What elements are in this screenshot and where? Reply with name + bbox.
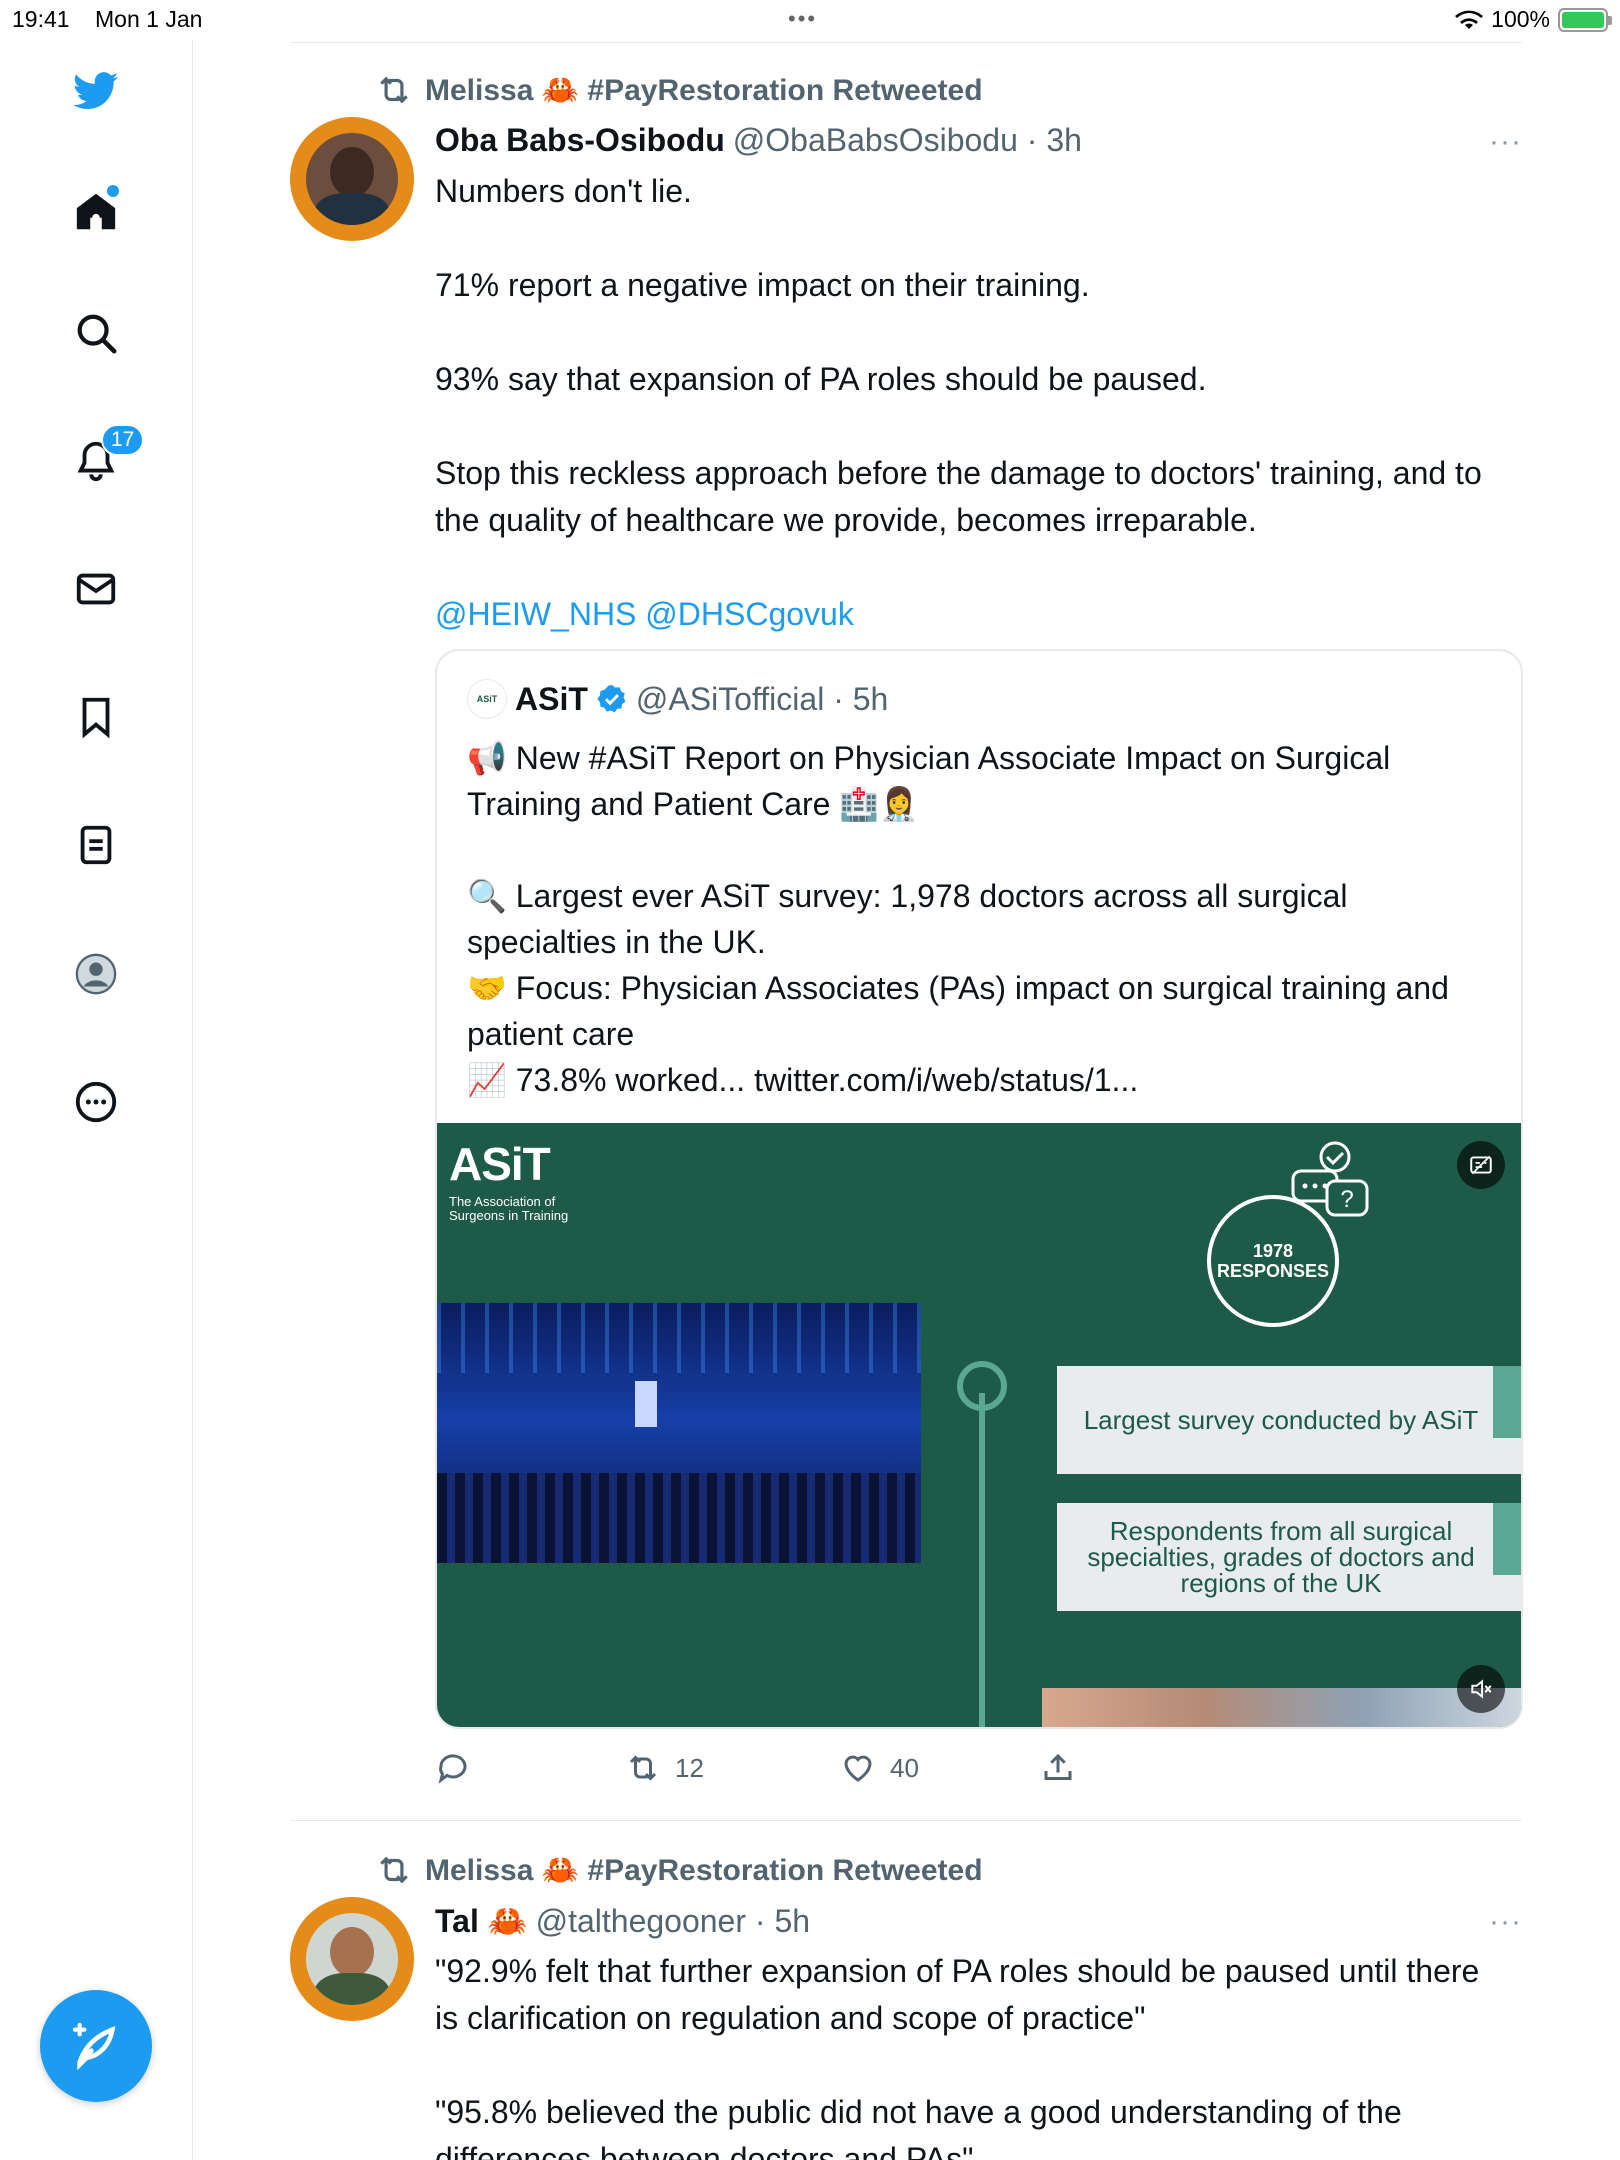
tweet-text: Numbers don't lie. 71% report a negative… xyxy=(435,168,1495,638)
notifications-badge: 17 xyxy=(101,424,145,456)
info-box-largest-survey: Largest survey conducted by ASiT xyxy=(1057,1366,1521,1474)
quoted-tweet[interactable]: ASiT ASiT @ASiTofficial · 5h 📢 New #ASiT… xyxy=(435,649,1523,1729)
status-right: 100% xyxy=(1455,6,1612,33)
info-box-text: Largest survey conducted by ASiT xyxy=(1083,1405,1479,1435)
reply-icon xyxy=(438,1754,467,1784)
author-name[interactable]: Oba Babs-Osibodu xyxy=(435,122,725,158)
feed-separator xyxy=(290,42,1522,43)
heart-icon xyxy=(844,1755,872,1782)
compose-feather-icon xyxy=(72,2022,116,2071)
quoted-tweet-text: 📢 New #ASiT Report on Physician Associat… xyxy=(467,740,1449,1098)
tweet-actions: 12 40 xyxy=(435,1750,1435,1800)
retweet-icon xyxy=(380,76,408,104)
retweet-button[interactable]: 12 xyxy=(625,1750,704,1786)
tweet-mentions[interactable]: @HEIW_NHS @DHSCgovuk xyxy=(435,596,854,632)
tweet-paragraph: "95.8% believed the public did not have … xyxy=(435,2094,1411,2160)
asit-logo-subtext-2: Surgeons in Training xyxy=(449,1208,569,1223)
timeline-node xyxy=(957,1361,1007,1411)
profile-avatar-icon[interactable] xyxy=(67,945,125,1003)
verified-badge-icon xyxy=(597,685,626,713)
lists-icon[interactable] xyxy=(67,816,125,874)
info-box-text: Respondents from all surgical specialtie… xyxy=(1087,1516,1475,1598)
tweet-paragraph: Numbers don't lie. xyxy=(435,173,692,209)
tweet-paragraph: 93% say that expansion of PA roles shoul… xyxy=(435,361,1207,397)
timeline-line xyxy=(979,1393,985,1727)
messages-envelope-icon[interactable] xyxy=(67,560,125,618)
tweet-more-button[interactable]: ··· xyxy=(1489,125,1522,159)
share-button[interactable] xyxy=(1040,1750,1076,1786)
responses-circle: 1978 RESPONSES xyxy=(1207,1195,1339,1327)
more-options-icon[interactable] xyxy=(67,1073,125,1131)
home-icon[interactable] xyxy=(67,183,125,241)
bookmarks-icon[interactable] xyxy=(67,688,125,746)
svg-text:?: ? xyxy=(1340,1186,1353,1213)
home-unread-dot xyxy=(107,185,119,197)
status-bar: 19:41 Mon 1 Jan ••• 100% xyxy=(0,0,1620,40)
wifi-icon xyxy=(1455,10,1484,29)
quoted-author-handle: @ASiTofficial · 5h xyxy=(635,680,889,717)
like-button[interactable]: 40 xyxy=(840,1750,919,1786)
responses-label: RESPONSES xyxy=(1216,1261,1330,1281)
reply-button[interactable] xyxy=(435,1750,471,1786)
author-handle[interactable]: @ObaBabsOsibodu · 3h xyxy=(733,122,1082,158)
sidebar: 17 xyxy=(0,40,193,2160)
status-time: 19:41 xyxy=(12,6,70,32)
tweet-paragraph: Stop this reckless approach before the d… xyxy=(435,455,1491,538)
search-icon[interactable] xyxy=(67,304,125,362)
tweet-text: "92.9% felt that further expansion of PA… xyxy=(435,1948,1495,2160)
twitter-logo-icon[interactable] xyxy=(67,62,125,120)
quoted-tweet-header: ASiT ASiT @ASiTofficial · 5h xyxy=(467,679,888,719)
tweet-separator xyxy=(290,1820,1522,1821)
responses-number: 1978 xyxy=(1252,1241,1294,1261)
retweet-context: Melissa 🦀 #PayRestoration Retweeted xyxy=(375,1851,983,1889)
like-count: 40 xyxy=(890,1752,919,1783)
tweet-header: Oba Babs-Osibodu @ObaBabsOsibodu · 3h xyxy=(435,122,1082,159)
retweet-icon xyxy=(629,1755,657,1781)
compose-tweet-button[interactable] xyxy=(40,1990,152,2102)
mute-toggle-icon[interactable] xyxy=(1457,1665,1505,1713)
quoted-tweet-media[interactable]: ASiT The Association of Surgeons in Trai… xyxy=(437,1123,1521,1727)
multitasking-dots[interactable]: ••• xyxy=(788,6,817,32)
retweet-count: 12 xyxy=(675,1752,704,1783)
quoted-author-logo: ASiT xyxy=(467,679,507,719)
tweet-header: Tal 🦀 @talthegooner · 5h xyxy=(435,1902,810,1940)
quoted-author-name: ASiT xyxy=(515,680,588,717)
retweet-context: Melissa 🦀 #PayRestoration Retweeted xyxy=(375,71,983,109)
battery-icon xyxy=(1558,7,1612,32)
author-handle[interactable]: @talthegooner · 5h xyxy=(536,1903,810,1939)
info-box-respondents: Respondents from all surgical specialtie… xyxy=(1057,1503,1521,1611)
retweeted-by-text: Melissa 🦀 #PayRestoration Retweeted xyxy=(425,73,983,107)
video-preview-strip xyxy=(1042,1688,1521,1727)
asit-logo-text: ASiT xyxy=(449,1138,551,1190)
share-icon xyxy=(1044,1753,1072,1780)
battery-percent: 100% xyxy=(1491,6,1550,32)
tweet-paragraph: 71% report a negative impact on their tr… xyxy=(435,267,1090,303)
conference-photo xyxy=(437,1303,921,1563)
status-date: Mon 1 Jan xyxy=(95,6,203,32)
author-name[interactable]: Tal 🦀 xyxy=(435,1903,528,1939)
author-avatar[interactable] xyxy=(290,117,414,241)
captions-toggle-icon[interactable] xyxy=(1457,1141,1505,1189)
retweet-icon xyxy=(380,1856,408,1884)
tweet-paragraph: "92.9% felt that further expansion of PA… xyxy=(435,1953,1489,2036)
author-avatar[interactable] xyxy=(290,1897,414,2021)
asit-logo-subtext-1: The Association of xyxy=(449,1194,556,1209)
asit-logo: ASiT The Association of Surgeons in Trai… xyxy=(449,1137,568,1223)
notifications-bell-icon[interactable]: 17 xyxy=(67,424,145,490)
retweeted-by-text: Melissa 🦀 #PayRestoration Retweeted xyxy=(425,1853,983,1887)
tweet-more-button[interactable]: ··· xyxy=(1489,1905,1522,1939)
